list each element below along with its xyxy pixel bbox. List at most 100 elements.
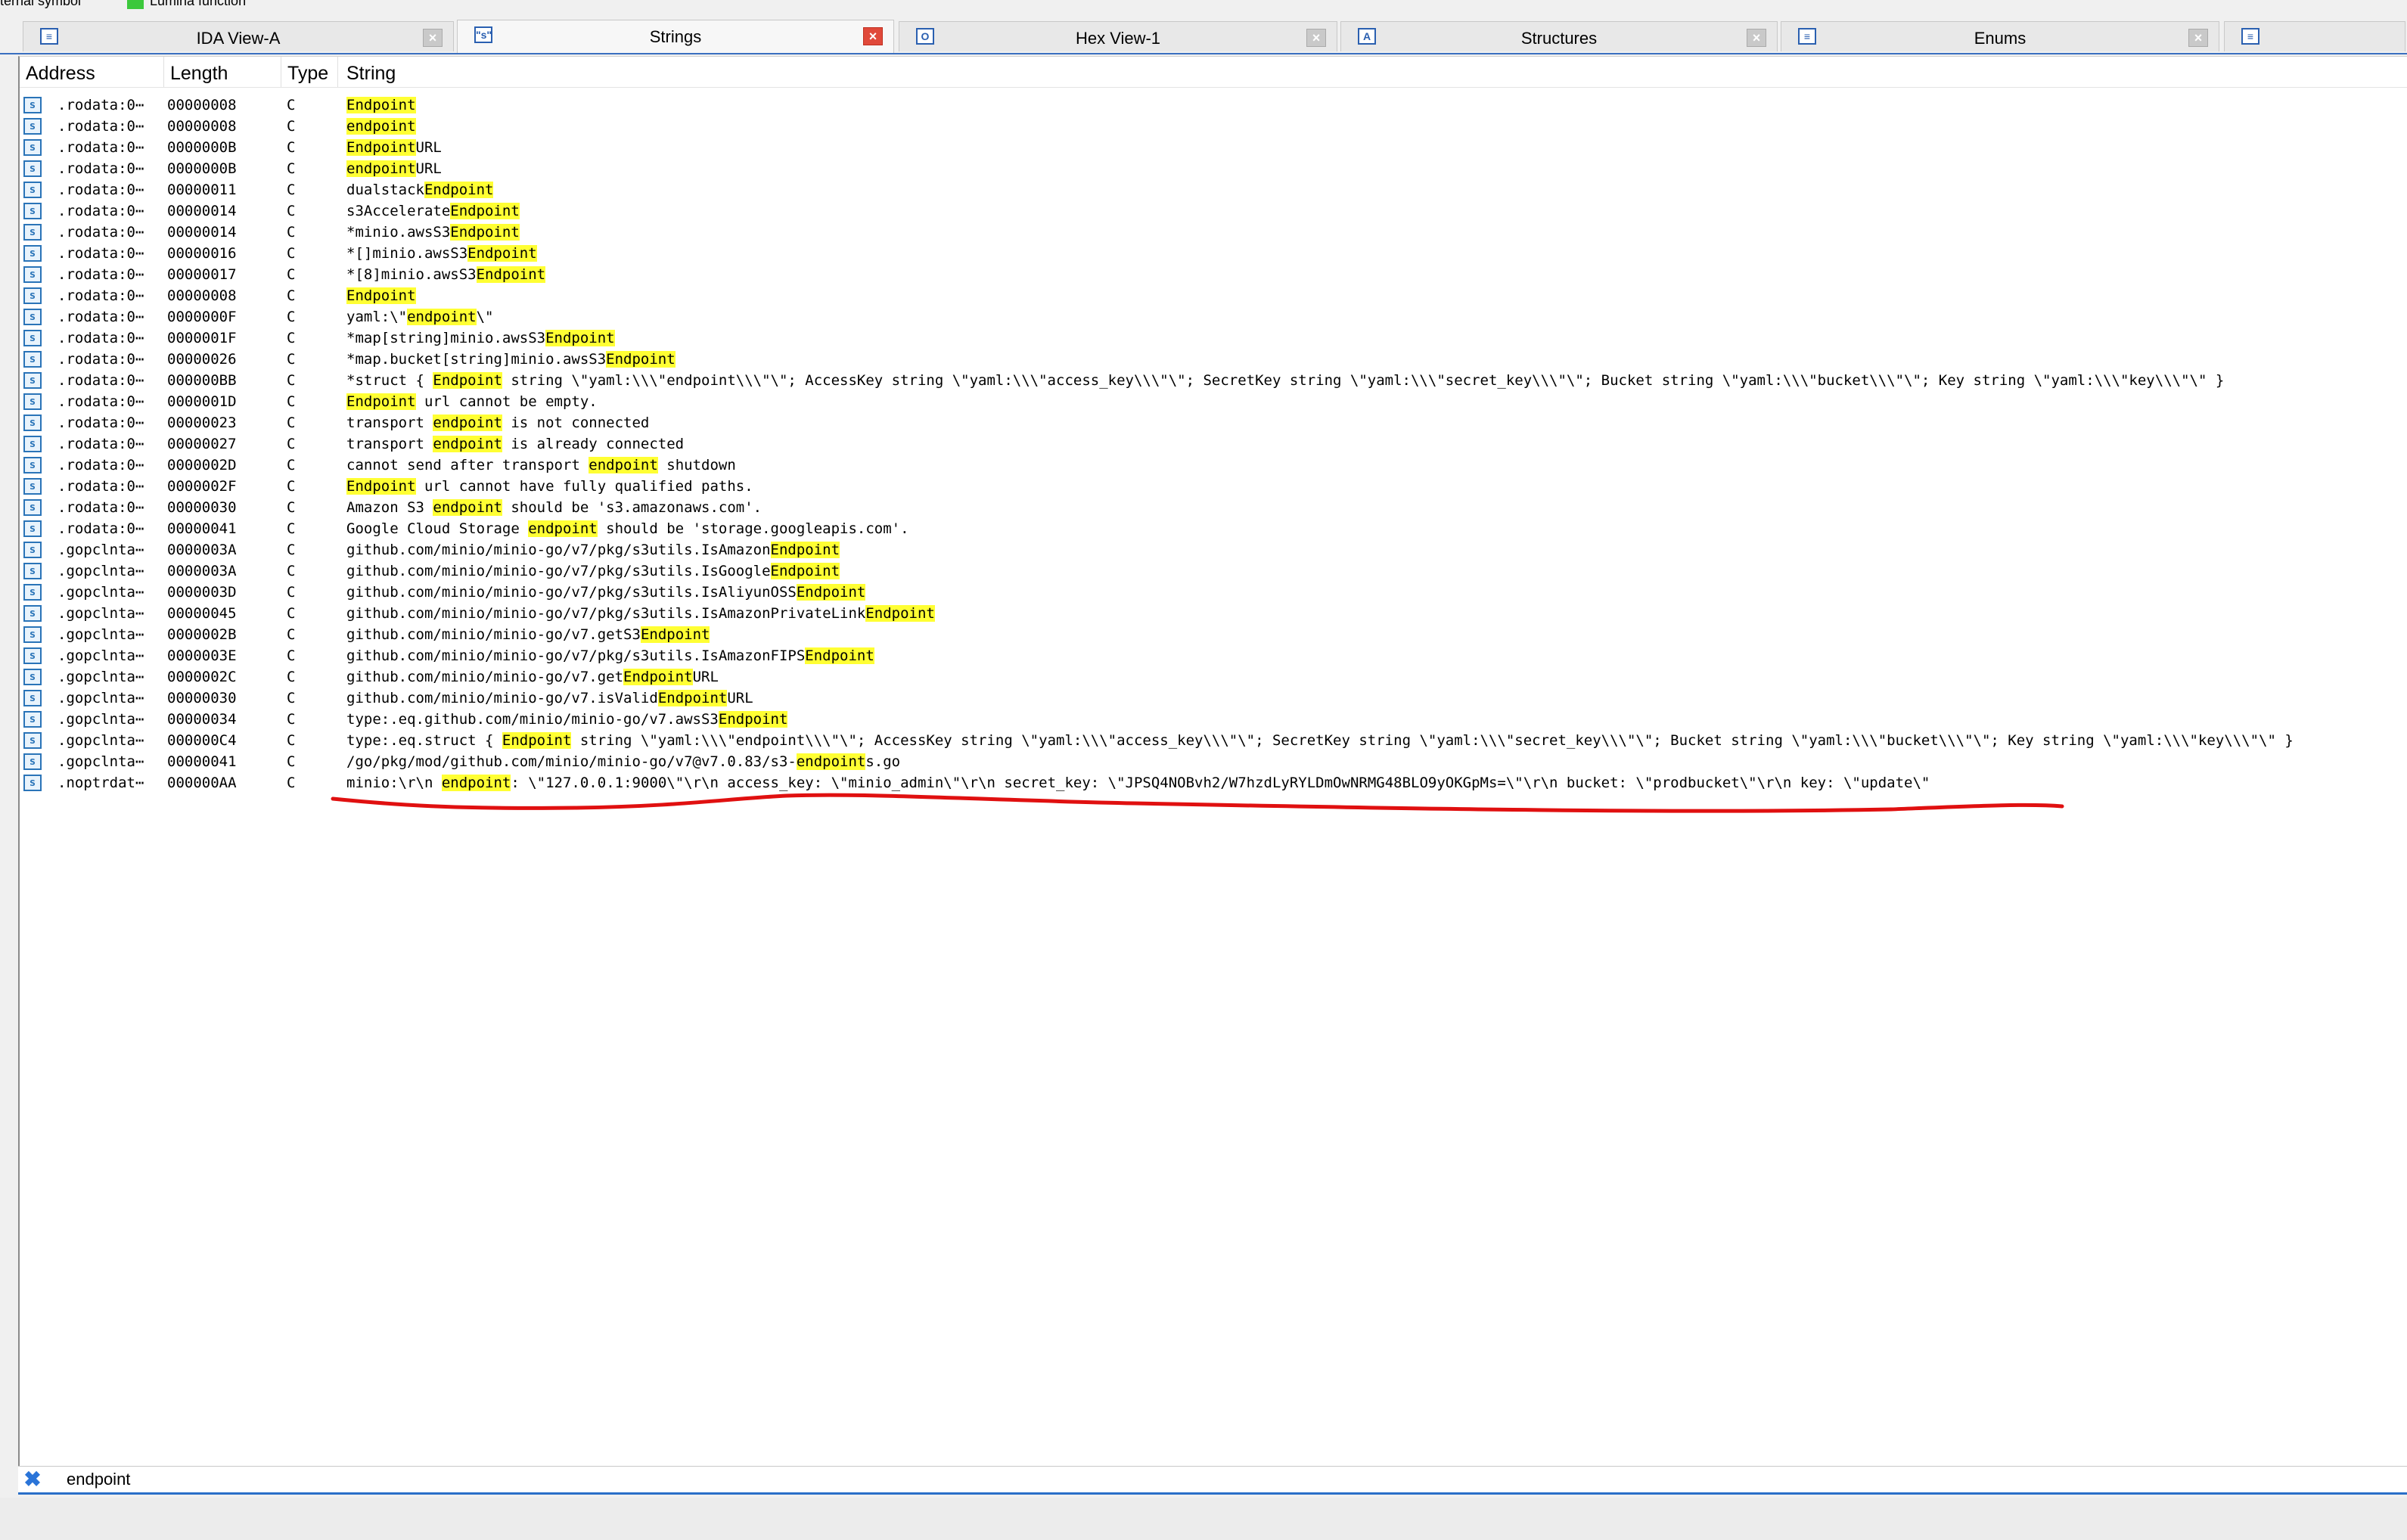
search-highlight: Endpoint <box>346 393 416 410</box>
string-text: is not connected <box>502 414 650 431</box>
cell-type: C <box>287 520 296 537</box>
tab-strings[interactable]: "s" Strings × <box>457 20 894 53</box>
string-icon: s <box>23 605 42 622</box>
cell-length: 00000027 <box>167 436 237 452</box>
table-row[interactable]: s .gopclnta⋯ 0000002B Cgithub.com/minio/min… <box>20 624 2407 645</box>
table-row[interactable]: s .rodata:0⋯ 0000001D C Endpoint url cannot … <box>20 391 2407 412</box>
table-row[interactable]: s .rodata:0⋯ 00000017 C *[8]minio.awsS3Endpo… <box>20 264 2407 285</box>
column-type[interactable]: Type <box>287 63 328 85</box>
tab-close-icon[interactable]: × <box>2188 29 2208 47</box>
column-length[interactable]: Length <box>170 63 228 85</box>
cell-address: .rodata:0⋯ <box>57 330 144 346</box>
table-row[interactable]: s .rodata:0⋯ 00000030 C Amazon S3 endpoint s… <box>20 497 2407 518</box>
string-text: s3Accelerate <box>346 203 451 219</box>
cell-type: C <box>287 669 296 685</box>
search-highlight: Endpoint <box>770 563 840 579</box>
cell-string: github.com/minio/minio-go/v7/pkg/s3utils… <box>346 539 840 560</box>
table-row[interactable]: s .rodata:0⋯ 0000002F C Endpoint url cannot … <box>20 476 2407 497</box>
string-icon: s <box>23 118 42 135</box>
table-row[interactable]: s .rodata:0⋯ 00000008 C Endpoint <box>20 95 2407 116</box>
cell-type: C <box>287 139 296 156</box>
table-row[interactable]: s .gopclnta⋯ 0000003D Cgithub.com/minio/min… <box>20 582 2407 603</box>
table-row[interactable]: s .rodata:0⋯ 00000026 C *map.bucket[string]m… <box>20 349 2407 370</box>
column-divider[interactable] <box>163 57 164 87</box>
table-row[interactable]: s .rodata:0⋯ 00000011 CdualstackEndpoint <box>20 179 2407 200</box>
table-row[interactable]: s .rodata:0⋯ 0000000F Cyaml:\"endpoint\" <box>20 306 2407 328</box>
table-row[interactable]: s .rodata:0⋯ 00000008 Cendpoint <box>20 116 2407 137</box>
string-text: transport <box>346 414 433 431</box>
tab-close-icon[interactable]: × <box>863 27 883 45</box>
cell-length: 0000000F <box>167 309 237 325</box>
table-row[interactable]: s .rodata:0⋯ 0000002D Ccannot send after tr… <box>20 455 2407 476</box>
tab-hex-view-1[interactable]: O Hex View-1 × <box>899 21 1337 51</box>
table-row[interactable]: s .rodata:0⋯ 00000027 Ctransport endpoint i… <box>20 433 2407 455</box>
ida-view-icon: ≡ <box>40 28 58 45</box>
column-address[interactable]: Address <box>26 63 95 85</box>
cell-address: .rodata:0⋯ <box>57 372 144 389</box>
table-row[interactable]: s .gopclnta⋯ 0000003A Cgithub.com/minio/min… <box>20 560 2407 582</box>
table-row[interactable]: s .noptrdat⋯ 000000AA Cminio:\r\n endpoint:… <box>20 772 2407 793</box>
filter-input[interactable] <box>67 1468 520 1491</box>
table-row[interactable]: s .gopclnta⋯ 0000003E Cgithub.com/minio/min… <box>20 645 2407 666</box>
cell-type: C <box>287 372 296 389</box>
table-row[interactable]: s .gopclnta⋯ 00000034 Ctype:.eq.github.com/… <box>20 709 2407 730</box>
table-row[interactable]: s .gopclnta⋯ 00000045 Cgithub.com/minio/min… <box>20 603 2407 624</box>
table-row[interactable]: s .gopclnta⋯ 0000002C Cgithub.com/minio/min… <box>20 666 2407 688</box>
cell-address: .gopclnta⋯ <box>57 584 144 601</box>
column-divider[interactable] <box>337 57 338 87</box>
table-row[interactable]: s .gopclnta⋯ 00000041 C/go/pkg/mod/github.c… <box>20 751 2407 772</box>
close-filter-icon[interactable]: ✖ <box>23 1469 42 1490</box>
table-row[interactable]: s .rodata:0⋯ 00000023 Ctransport endpoint i… <box>20 412 2407 433</box>
tab-close-icon[interactable]: × <box>423 29 443 47</box>
tab-close-icon[interactable]: × <box>1747 29 1766 47</box>
string-text: *struct { <box>346 372 433 389</box>
table-row[interactable]: s .rodata:0⋯ 00000041 C Google Cloud Storage… <box>20 518 2407 539</box>
column-string[interactable]: String <box>346 63 396 85</box>
legend-swatch <box>127 0 144 9</box>
table-row[interactable]: s .gopclnta⋯ 000000C4 Ctype:.eq.struct { En… <box>20 730 2407 751</box>
string-icon: s <box>23 775 42 791</box>
cell-length: 0000002B <box>167 626 237 643</box>
cell-type: C <box>287 753 296 770</box>
cell-type: C <box>287 542 296 558</box>
cell-length: 00000026 <box>167 351 237 368</box>
string-text: string \"yaml:\\\"endpoint\\\"\"; Access… <box>502 372 2225 389</box>
string-text: dualstack <box>346 182 424 198</box>
cell-type: C <box>287 266 296 283</box>
string-text: string \"yaml:\\\"endpoint\\\"\"; Access… <box>571 732 2294 749</box>
tab-more[interactable]: ≡ <box>2224 21 2405 51</box>
table-row[interactable]: s .rodata:0⋯ 0000001F C *map[string]minio.aw… <box>20 328 2407 349</box>
table-row[interactable]: s .rodata:0⋯ 0000000B CendpointURL <box>20 158 2407 179</box>
string-icon: s <box>23 563 42 579</box>
table-row[interactable]: s .rodata:0⋯ 00000008 C Endpoint <box>20 285 2407 306</box>
tab-structures[interactable]: A Structures × <box>1340 21 1778 51</box>
cell-address: .gopclnta⋯ <box>57 542 144 558</box>
cell-string: github.com/minio/minio-go/v7/pkg/s3utils… <box>346 582 866 603</box>
table-row[interactable]: s .gopclnta⋯ 00000030 Cgithub.com/minio/min… <box>20 688 2407 709</box>
string-text: URL <box>727 690 753 706</box>
search-highlight: endpoint <box>346 118 416 135</box>
cell-type: C <box>287 647 296 664</box>
cell-string: endpointURL <box>346 158 442 179</box>
table-row[interactable]: s .rodata:0⋯ 000000BB C *struct { Endpoint s… <box>20 370 2407 391</box>
search-highlight: Endpoint <box>424 182 494 198</box>
table-row[interactable]: s .rodata:0⋯ 00000014 Cs3AccelerateEndpoint <box>20 200 2407 222</box>
table-row[interactable]: s .rodata:0⋯ 00000014 C *minio.awsS3Endpoint <box>20 222 2407 243</box>
string-icon: s <box>23 97 42 113</box>
string-text: URL <box>415 139 442 156</box>
tab-enums[interactable]: ≡ Enums × <box>1781 21 2219 51</box>
cell-type: C <box>287 393 296 410</box>
string-icon: s <box>23 309 42 325</box>
table-row[interactable]: s .rodata:0⋯ 0000000B C EndpointURL <box>20 137 2407 158</box>
table-row[interactable]: s .rodata:0⋯ 00000016 C *[]minio.awsS3Endpoi… <box>20 243 2407 264</box>
search-highlight: endpoint <box>433 499 502 516</box>
tab-label: Hex View-1 <box>1075 29 1161 48</box>
search-highlight: Endpoint <box>623 669 693 685</box>
tab-ida-view-a[interactable]: ≡ IDA View-A × <box>23 21 454 51</box>
tab-close-icon[interactable]: × <box>1306 29 1326 47</box>
search-highlight: Endpoint <box>346 97 416 113</box>
table-row[interactable]: s .gopclnta⋯ 0000003A Cgithub.com/minio/min… <box>20 539 2407 560</box>
cell-string: github.com/minio/minio-go/v7/pkg/s3utils… <box>346 560 840 582</box>
cell-address: .rodata:0⋯ <box>57 520 144 537</box>
legend-label: ternal symbol <box>0 0 82 8</box>
